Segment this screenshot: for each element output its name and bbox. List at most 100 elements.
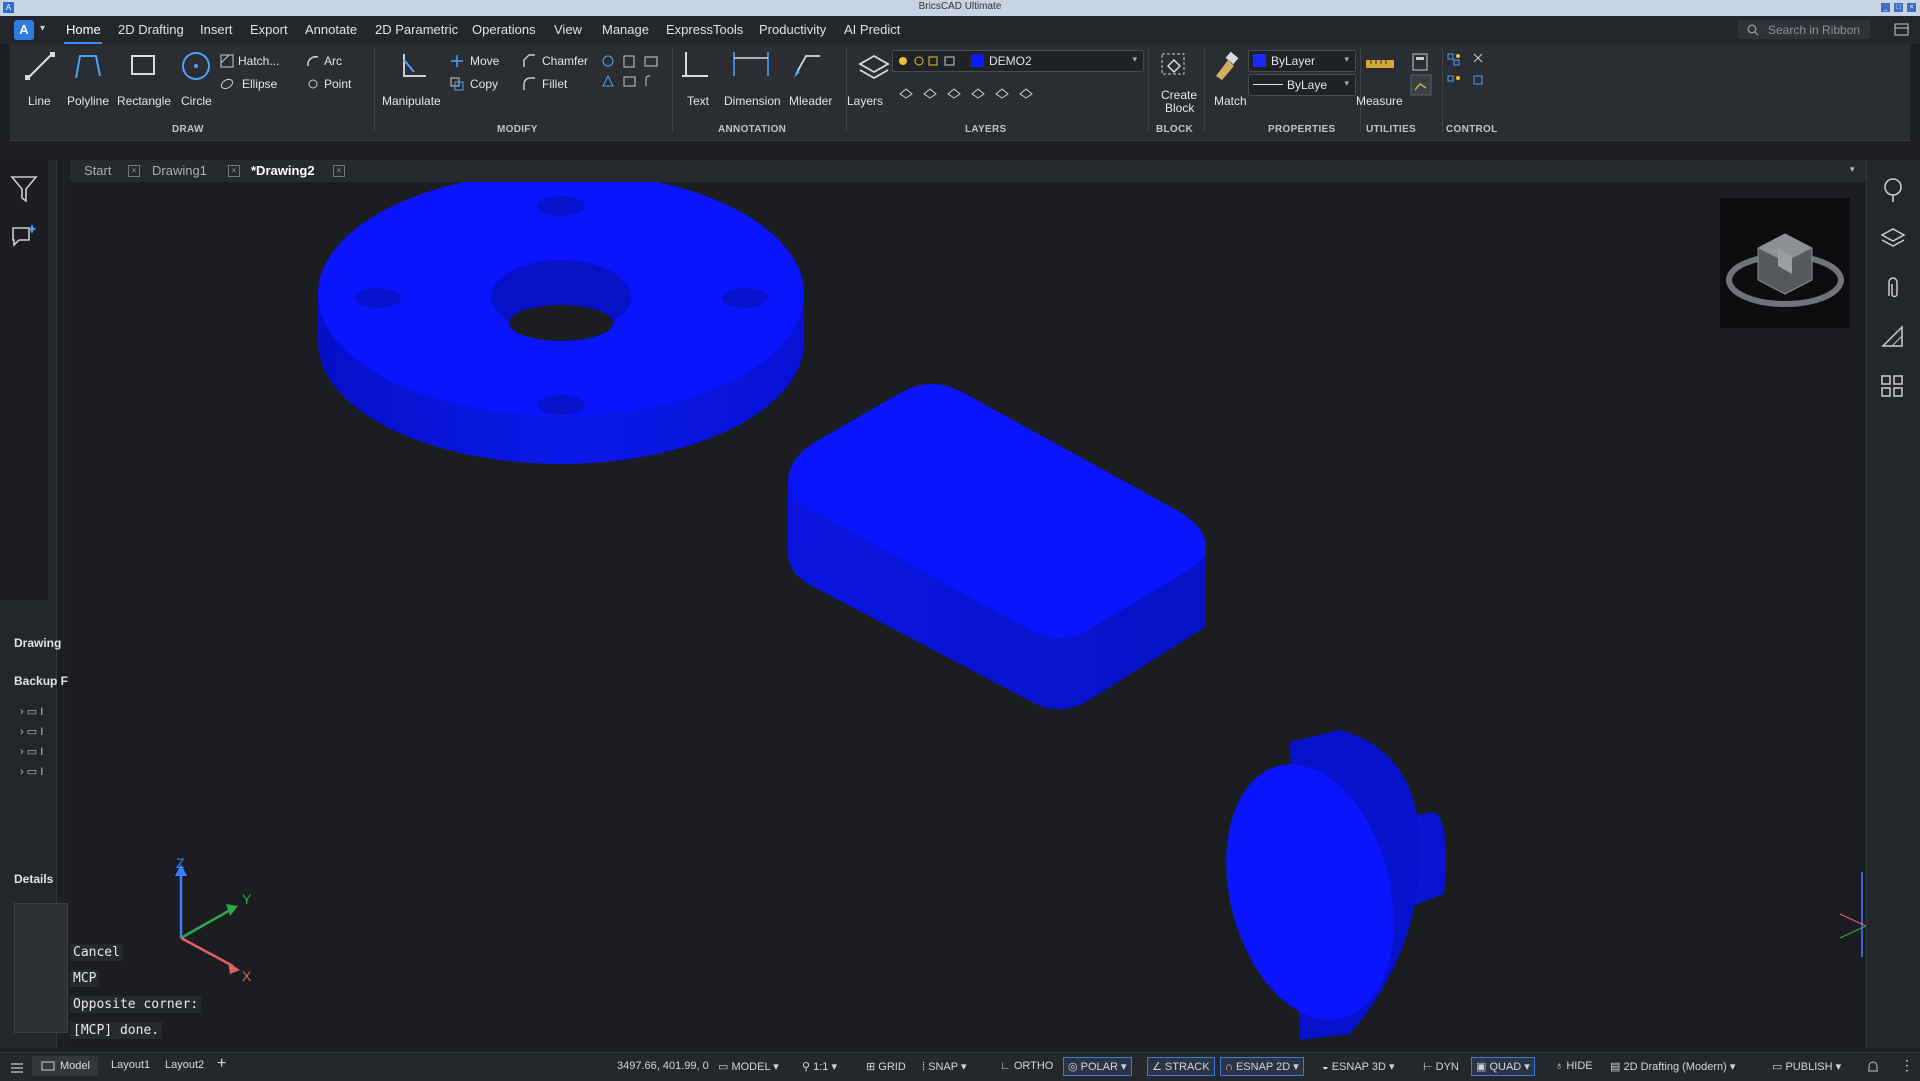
polyline-button[interactable]: Polyline bbox=[67, 94, 109, 108]
tab-drawing1[interactable]: Drawing1 bbox=[152, 163, 207, 178]
viewcube[interactable] bbox=[1720, 198, 1850, 328]
create-block-label-2[interactable]: Block bbox=[1165, 101, 1194, 115]
tree-item[interactable]: › ▭ I bbox=[20, 745, 43, 758]
layer-tools-icons[interactable] bbox=[896, 84, 1076, 102]
tab-start[interactable]: Start bbox=[84, 163, 111, 178]
manipulate-button[interactable]: Manipulate bbox=[382, 94, 441, 108]
publish-button[interactable]: ▭ PUBLISH ▾ bbox=[1772, 1060, 1841, 1073]
measure-button[interactable]: Measure bbox=[1356, 94, 1403, 108]
tree-item[interactable]: › ▭ I bbox=[20, 705, 43, 718]
ribbon-options-icon[interactable] bbox=[1894, 22, 1910, 38]
tab-annotate[interactable]: Annotate bbox=[305, 22, 357, 37]
tab-expresstools[interactable]: ExpressTools bbox=[666, 22, 743, 37]
ai-assistant-icon[interactable] bbox=[10, 222, 38, 250]
point-button[interactable]: Point bbox=[324, 77, 351, 91]
layout-tab-model[interactable]: Model bbox=[32, 1056, 98, 1076]
tab-home[interactable]: Home bbox=[66, 22, 101, 37]
hatch-button[interactable]: Hatch... bbox=[238, 54, 279, 68]
tabs-menu-icon[interactable]: ▾ bbox=[1850, 164, 1855, 175]
move-button[interactable]: Move bbox=[470, 54, 499, 68]
flange-solid[interactable] bbox=[318, 182, 804, 464]
close-icon[interactable]: × bbox=[228, 165, 240, 177]
tab-drawing2[interactable]: *Drawing2 bbox=[251, 163, 315, 178]
pin-icon[interactable] bbox=[1880, 176, 1906, 204]
polar-toggle[interactable]: ◎ POLAR ▾ bbox=[1063, 1057, 1132, 1076]
tab-productivity[interactable]: Productivity bbox=[759, 22, 826, 37]
quad-toggle[interactable]: ▣ QUAD ▾ bbox=[1471, 1057, 1535, 1076]
color-dropdown[interactable]: ByLayer ▾ bbox=[1248, 50, 1356, 72]
strack-toggle[interactable]: ∠ STRACK bbox=[1147, 1057, 1215, 1076]
hamburger-icon[interactable] bbox=[10, 1062, 24, 1074]
drawing-viewport[interactable]: Z Y X bbox=[70, 182, 1866, 1048]
grid-panel-icon[interactable] bbox=[1880, 374, 1906, 400]
panel-properties[interactable]: PROPERTIES bbox=[1268, 124, 1335, 135]
tab-ai-predict[interactable]: AI Predict bbox=[844, 22, 900, 37]
panel-modify[interactable]: MODIFY bbox=[497, 124, 538, 135]
ellipse-button[interactable]: Ellipse bbox=[242, 77, 277, 91]
layers-button[interactable]: Layers bbox=[847, 94, 883, 108]
tree-item[interactable]: › ▭ I bbox=[20, 765, 43, 778]
close-icon[interactable]: × bbox=[333, 165, 345, 177]
ortho-toggle[interactable]: ∟ ORTHO bbox=[1000, 1060, 1053, 1072]
grid-toggle[interactable]: ⊞ GRID bbox=[866, 1060, 906, 1073]
control-tools-icons[interactable] bbox=[1446, 52, 1494, 96]
add-layout-icon[interactable]: + bbox=[217, 1055, 226, 1073]
tab-manage[interactable]: Manage bbox=[602, 22, 649, 37]
knob-solid[interactable] bbox=[1201, 730, 1446, 1040]
tab-operations[interactable]: Operations bbox=[472, 22, 536, 37]
line-button[interactable]: Line bbox=[28, 94, 51, 108]
text-button[interactable]: Text bbox=[687, 94, 709, 108]
tab-2d-parametric[interactable]: 2D Parametric bbox=[375, 22, 458, 37]
layer-dropdown[interactable]: DEMO2 ▾ bbox=[892, 50, 1144, 72]
chamfer-button[interactable]: Chamfer bbox=[542, 54, 588, 68]
tab-2d-drafting[interactable]: 2D Drafting bbox=[118, 22, 184, 37]
ribbon-search-input[interactable]: Search in Ribbon bbox=[1738, 20, 1870, 39]
tab-view[interactable]: View bbox=[554, 22, 582, 37]
more-options-icon[interactable]: ⋮ bbox=[1900, 1057, 1914, 1074]
annotation-scale[interactable]: ⚲ 1:1 ▾ bbox=[802, 1060, 837, 1073]
tab-insert[interactable]: Insert bbox=[200, 22, 233, 37]
esnap-3d-toggle[interactable]: ◒ ESNAP 3D ▾ bbox=[1322, 1060, 1395, 1073]
chevron-down-icon[interactable]: ▾ bbox=[40, 23, 45, 34]
dyn-toggle[interactable]: ⊢ DYN bbox=[1423, 1060, 1459, 1073]
circle-button[interactable]: Circle bbox=[181, 94, 212, 108]
space-toggle[interactable]: ▭ MODEL ▾ bbox=[718, 1060, 779, 1073]
modify-tool-icons[interactable] bbox=[600, 54, 662, 94]
close-icon[interactable]: × bbox=[1907, 3, 1916, 12]
filter-icon[interactable] bbox=[10, 174, 38, 204]
quick-select-icon[interactable] bbox=[1410, 74, 1432, 96]
box-solid[interactable] bbox=[788, 384, 1206, 710]
snap-toggle[interactable]: ⁞ SNAP ▾ bbox=[922, 1060, 966, 1073]
panel-annotation[interactable]: ANNOTATION bbox=[718, 124, 786, 135]
maximize-icon[interactable]: □ bbox=[1894, 3, 1903, 12]
mleader-button[interactable]: Mleader bbox=[789, 94, 832, 108]
copy-button[interactable]: Copy bbox=[470, 77, 498, 91]
arc-button[interactable]: Arc bbox=[324, 54, 342, 68]
dimension-button[interactable]: Dimension bbox=[724, 94, 781, 108]
coordinates-readout[interactable]: 3497.66, 401.99, 0 bbox=[617, 1060, 709, 1072]
layout-tab-layout2[interactable]: Layout2 bbox=[165, 1059, 204, 1071]
close-icon[interactable]: × bbox=[128, 165, 140, 177]
notification-bell-icon[interactable] bbox=[1866, 1060, 1880, 1074]
match-button[interactable]: Match bbox=[1214, 94, 1247, 108]
esnap-2d-toggle[interactable]: ∩ ESNAP 2D ▾ bbox=[1220, 1057, 1304, 1076]
properties-panel-icon[interactable] bbox=[1880, 324, 1906, 350]
create-block-label-1[interactable]: Create bbox=[1161, 88, 1197, 102]
panel-layers[interactable]: LAYERS bbox=[965, 124, 1006, 135]
rectangle-button[interactable]: Rectangle bbox=[117, 94, 171, 108]
layers-panel-icon[interactable] bbox=[1880, 226, 1906, 252]
layout-tab-layout1[interactable]: Layout1 bbox=[111, 1059, 150, 1071]
app-menu-button[interactable]: A bbox=[14, 20, 34, 40]
panel-block[interactable]: BLOCK bbox=[1156, 124, 1193, 135]
panel-utilities[interactable]: UTILITIES bbox=[1366, 124, 1416, 135]
hide-toggle[interactable]: ♁ HIDE bbox=[1555, 1060, 1593, 1072]
tab-export[interactable]: Export bbox=[250, 22, 288, 37]
attachments-icon[interactable] bbox=[1880, 274, 1906, 302]
calculator-icon[interactable] bbox=[1410, 52, 1432, 72]
workspace-selector[interactable]: ▤ 2D Drafting (Modern) ▾ bbox=[1610, 1060, 1735, 1073]
panel-control[interactable]: CONTROL bbox=[1446, 124, 1498, 135]
tree-item[interactable]: › ▭ I bbox=[20, 725, 43, 738]
linetype-dropdown[interactable]: ByLaye ▾ bbox=[1248, 74, 1356, 96]
fillet-button[interactable]: Fillet bbox=[542, 77, 567, 91]
minimize-icon[interactable]: _ bbox=[1881, 3, 1890, 12]
